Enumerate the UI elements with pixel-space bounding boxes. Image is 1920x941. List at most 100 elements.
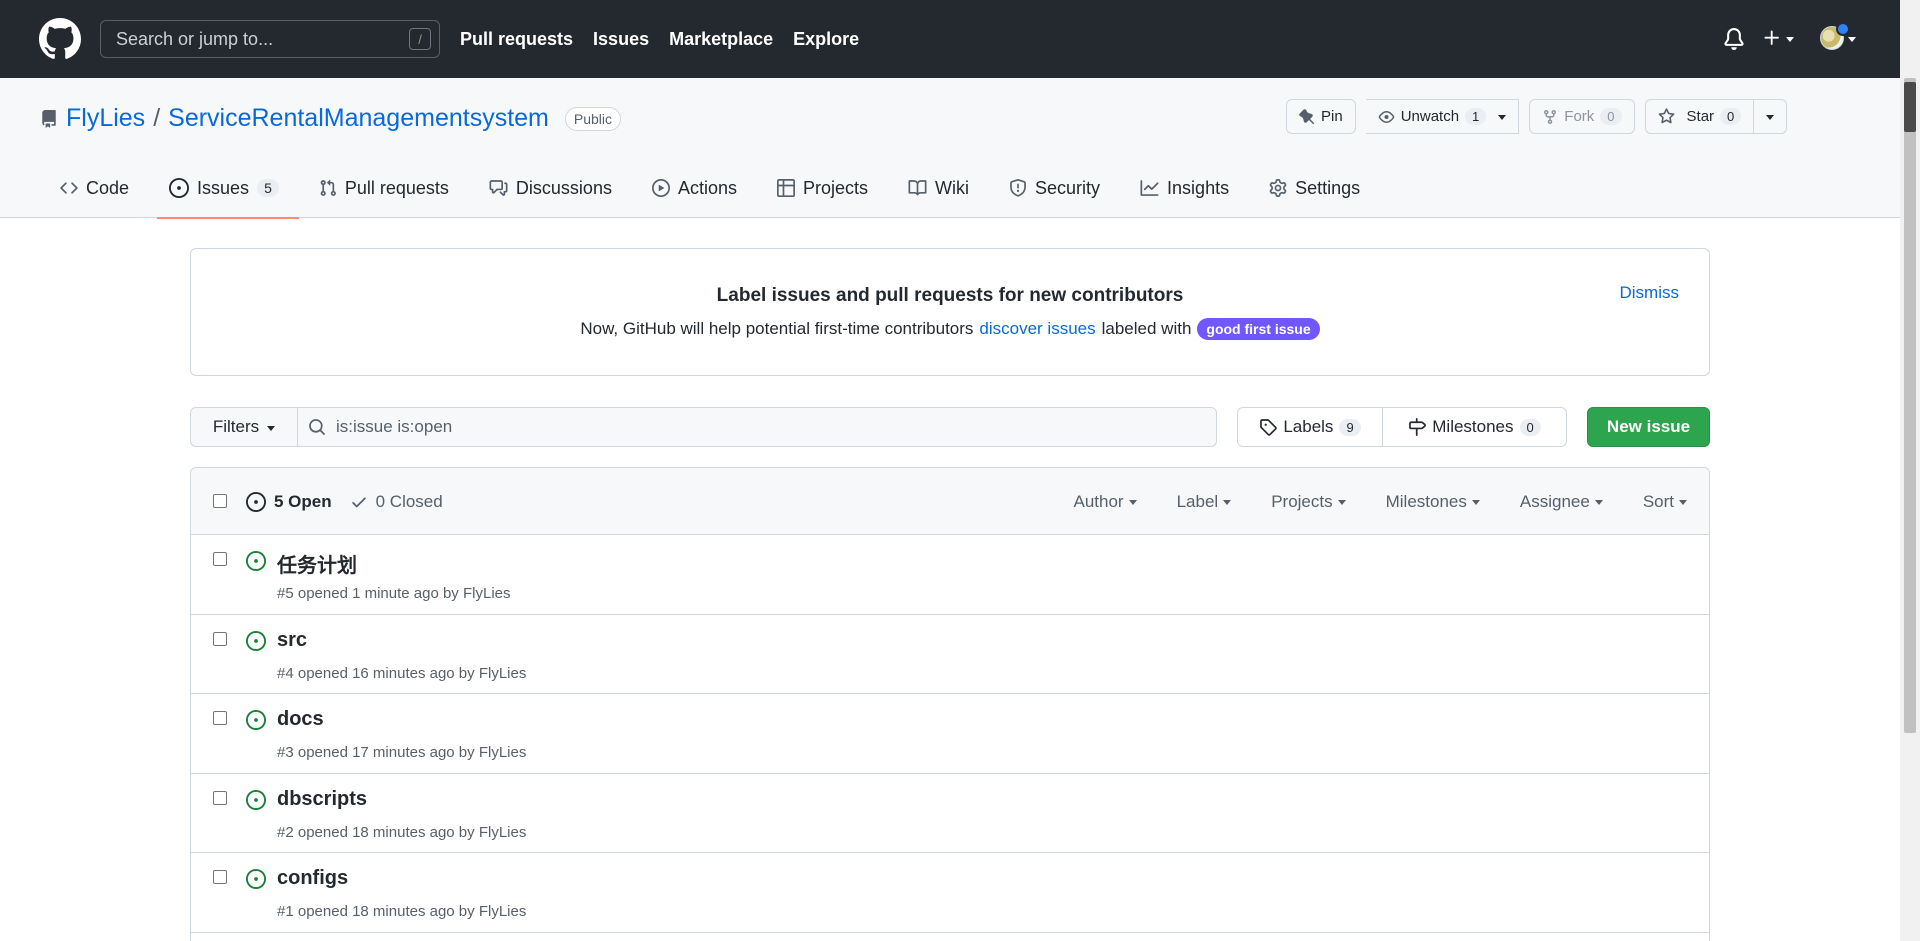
repo-separator: / [153,104,161,132]
caret-down-icon [267,425,276,431]
new-contributors-banner: Label issues and pull requests for new c… [190,248,1710,376]
unwatch-button[interactable]: Unwatch 1 [1365,99,1520,134]
issue-checkbox[interactable] [213,711,227,725]
repo-tabs: Code Issues 5 Pull requests Discussions [40,158,1380,219]
repo-owner-link[interactable]: FlyLies [66,104,145,133]
menu-label: Label [1176,491,1219,511]
issue-opened-icon [246,491,266,512]
tab-wiki[interactable]: Wiki [888,158,989,218]
labels-button[interactable]: Labels 9 [1237,407,1383,447]
issue-checkbox[interactable] [213,552,227,566]
projects-menu[interactable]: Projects [1271,491,1346,512]
issue-title-link[interactable]: 任务计划 [277,549,357,578]
unwatch-label: Unwatch [1400,108,1460,125]
bell-icon[interactable] [1723,27,1745,51]
milestones-menu[interactable]: Milestones [1386,492,1480,512]
nav-explore[interactable]: Explore [793,29,859,50]
table-row: configs #1 opened 18 minutes ago by FlyL… [191,853,1709,933]
pin-button[interactable]: Pin [1286,99,1356,134]
repo-name-link[interactable]: ServiceRentalManagementsystem [168,104,549,133]
gear-icon [1269,179,1287,197]
assignee-menu[interactable]: Assignee [1520,492,1603,512]
nav-marketplace[interactable]: Marketplace [669,29,773,50]
repo-icon [40,109,58,128]
issue-meta: #2 opened 18 minutes ago by FlyLies [277,823,527,841]
banner-text-prefix: Now, GitHub will help potential first-ti… [580,319,974,338]
issue-meta: #4 opened 16 minutes ago by FlyLies [277,664,527,682]
issue-state-toggle: 5 Open 0 Closed [246,468,443,535]
shield-icon [1009,179,1027,197]
open-issues-toggle[interactable]: 5 Open [246,491,332,512]
tab-discussions[interactable]: Discussions [469,158,632,218]
issue-checkbox[interactable] [213,631,227,646]
filters-button[interactable]: Filters [190,407,298,447]
tab-settings[interactable]: Settings [1249,158,1380,218]
play-icon [651,179,670,197]
issue-opened-icon [246,630,266,651]
closed-issues-toggle[interactable]: 0 Closed [350,492,443,512]
tab-pull-requests[interactable]: Pull requests [299,158,469,218]
tab-code[interactable]: Code [40,158,149,218]
table-row: 任务计划 #5 opened 1 minute ago by FlyLies [191,535,1709,615]
good-first-issue-label[interactable]: good first issue [1197,318,1320,340]
code-icon [60,179,78,197]
eye-icon [1378,109,1395,125]
search-query: is:issue is:open [336,417,453,436]
repo-forked-icon [1542,109,1558,125]
tab-security[interactable]: Security [989,158,1120,218]
scrollbar-marker [1904,82,1916,132]
issues-toolbar: Filters is:issue is:open Labels 9 Milest… [190,407,1710,447]
fork-button[interactable]: Fork 0 [1529,99,1635,134]
issue-title-link[interactable]: src [277,629,307,652]
issue-opened-icon [246,551,266,571]
nav-issues[interactable]: Issues [593,29,649,50]
dismiss-button[interactable]: Dismiss [1620,283,1680,303]
star-button[interactable]: Star 0 [1644,99,1755,134]
milestones-button[interactable]: Milestones 0 [1383,407,1567,447]
tab-actions[interactable]: Actions [632,158,757,218]
table-icon [776,179,795,197]
star-list-dropdown[interactable] [1754,99,1788,134]
discover-issues-link[interactable]: discover issues [979,319,1095,339]
star-count: 0 [1720,108,1742,125]
menu-label: Author [1073,491,1124,511]
issue-search-input[interactable]: is:issue is:open [298,407,1217,447]
issue-title-link[interactable]: docs [277,708,324,731]
book-icon [908,179,927,197]
tab-label: Pull requests [344,177,449,198]
tab-label: Insights [1167,177,1230,198]
menu-label: Projects [1271,491,1333,511]
fork-label: Fork [1564,108,1595,125]
new-issue-button[interactable]: New issue [1587,407,1710,447]
scrollbar-thumb[interactable] [1904,78,1916,733]
author-menu[interactable]: Author [1073,491,1137,512]
visibility-badge: Public [564,106,622,131]
tab-issues[interactable]: Issues 5 [149,158,299,219]
issue-opened-icon [246,710,266,730]
tab-label: Issues [197,177,250,198]
global-search-input[interactable]: Search or jump to... / [100,20,440,58]
caret-down-icon [1848,36,1856,42]
issue-checkbox[interactable] [213,790,227,805]
caret-down-icon [1766,115,1775,120]
issue-checkbox[interactable] [213,870,227,884]
fork-count: 0 [1600,108,1622,125]
watch-count: 1 [1465,108,1487,125]
caret-down-icon [1679,500,1687,505]
tab-insights[interactable]: Insights [1120,158,1249,218]
github-logo-icon[interactable] [39,18,81,60]
select-all-checkbox[interactable] [213,494,227,508]
label-menu[interactable]: Label [1177,492,1232,512]
create-new-menu[interactable] [1762,28,1794,48]
nav-pull-requests[interactable]: Pull requests [460,29,573,50]
sort-menu[interactable]: Sort [1643,492,1687,512]
menu-label: Assignee [1519,491,1590,511]
menu-label: Sort [1642,491,1674,511]
filters-group: Filters is:issue is:open [190,407,1217,447]
banner-title: Label issues and pull requests for new c… [716,285,1184,306]
menu-label: Milestones [1385,491,1467,511]
issue-title-link[interactable]: dbscripts [277,788,367,811]
page-scrollbar[interactable] [1900,0,1920,941]
tab-projects[interactable]: Projects [757,158,888,218]
issue-title-link[interactable]: configs [277,867,348,890]
